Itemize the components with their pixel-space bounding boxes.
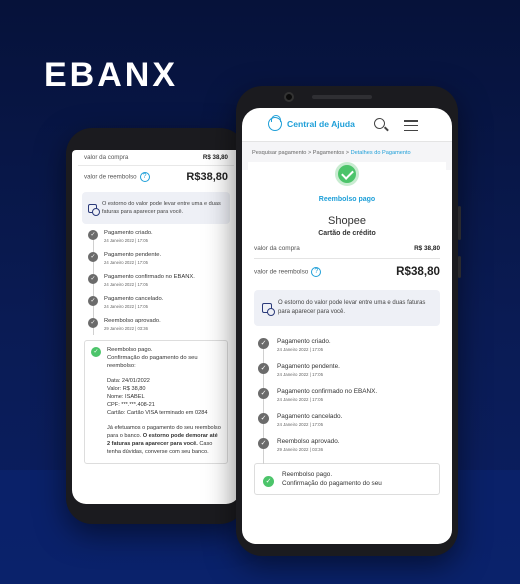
paid-title: Reembolso pago. xyxy=(282,471,333,478)
timeline-date: 24 Janeiro 2022 | 17:05 xyxy=(104,260,148,265)
phone-left: valor da compra R$ 38,80 valor de reembo… xyxy=(66,128,249,524)
payment-details: Reembolso pago Shopee Cartão de crédito … xyxy=(248,162,446,495)
check-icon: ✓ xyxy=(263,476,274,487)
check-icon: ✓ xyxy=(88,296,98,306)
payment-timeline: ✓ Pagamento criado. 24 Janeiro 2022 | 17:… xyxy=(258,338,440,464)
speaker xyxy=(312,95,372,99)
purchase-value-row: valor da compra R$ 38,80 xyxy=(78,150,234,166)
refund-paid-box: ✓ Reembolso pago. Confirmação do pagamen… xyxy=(254,463,440,495)
timeline-date: 29 Janeiro 2022 | 03:36 xyxy=(277,447,324,452)
timeline-date: 24 Janeiro 2022 | 17:05 xyxy=(277,422,324,427)
paid-subtitle: Confirmação do pagamento do seu reembols… xyxy=(107,354,198,369)
calendar-clock-icon xyxy=(262,303,275,316)
ebanx-logo: EBANX xyxy=(44,56,179,94)
timeline-title: Pagamento criado. xyxy=(277,338,331,345)
phone-side-button xyxy=(458,256,461,278)
merchant-name: Shopee xyxy=(328,215,366,227)
headset-icon xyxy=(268,115,282,131)
timeline-title: Pagamento confirmado no EBANX. xyxy=(104,274,195,280)
breadcrumb-search[interactable]: Pesquisar pagamento xyxy=(252,150,306,156)
check-icon: ✓ xyxy=(258,363,269,374)
check-icon: ✓ xyxy=(258,388,269,399)
purchase-value: R$ 38,80 xyxy=(414,245,440,252)
phone-right: Central de Ajuda Pesquisar pagamento > P… xyxy=(236,86,461,556)
refund-status: Reembolso pago xyxy=(318,196,376,203)
paid-title: Reembolso pago. xyxy=(107,347,153,353)
right-phone-screen[interactable]: Central de Ajuda Pesquisar pagamento > P… xyxy=(242,108,452,544)
help-center-title: Central de Ajuda xyxy=(287,119,355,129)
timeline-title: Pagamento pendente. xyxy=(104,252,162,258)
payment-type: Cartão de crédito xyxy=(318,230,376,237)
refund-value: R$38,80 xyxy=(396,265,440,278)
purchase-label: valor da compra xyxy=(254,245,300,252)
timeline-item: ✓ Reembolso aprovado. 29 Janeiro 2022 | 0… xyxy=(258,438,440,452)
check-icon: ✓ xyxy=(88,318,98,328)
timeline-date: 29 Janeiro 2022 | 03:36 xyxy=(104,326,148,331)
paid-subtitle: Confirmação do pagamento do seu xyxy=(282,480,382,487)
timeline-title: Reembolso aprovado. xyxy=(277,438,340,445)
timeline-title: Pagamento cancelado. xyxy=(277,413,343,420)
paid-cpf: CPF: ***.***.408-21 xyxy=(107,401,155,408)
timeline-item: ✓ Pagamento confirmado no EBANX. 24 Janei… xyxy=(258,388,440,402)
check-icon: ✓ xyxy=(88,274,98,284)
timeline-item: ✓ Pagamento pendente. 24 Janeiro 2022 | 1… xyxy=(258,363,440,377)
timeline-title: Pagamento pendente. xyxy=(277,363,340,370)
timeline-date: 24 Janeiro 2022 | 17:05 xyxy=(104,282,148,287)
info-icon[interactable]: ? xyxy=(139,172,150,182)
hamburger-menu-icon[interactable] xyxy=(404,120,418,134)
paid-value: Valor: R$ 38,80 xyxy=(107,386,146,393)
app-header: Central de Ajuda xyxy=(242,108,452,142)
front-camera xyxy=(284,92,294,102)
check-icon: ✓ xyxy=(88,252,98,262)
timeline-item: ✓ Pagamento confirmado no EBANX. 24 Janei… xyxy=(88,274,228,287)
paid-date: Data: 24/01/2022 xyxy=(107,378,150,385)
timeline-date: 24 Janeiro 2022 | 17:05 xyxy=(104,304,148,309)
refund-value: R$38,80 xyxy=(186,171,228,183)
paid-message: Já efetuamos o pagamento do seu reembols… xyxy=(107,425,221,456)
breadcrumb-current: Detalhes do Pagamento xyxy=(350,150,411,156)
refund-value-row: valor de reembolso? R$38,80 xyxy=(254,259,440,284)
timeline-date: 24 Janeiro 2022 | 17:05 xyxy=(277,397,324,402)
purchase-value-row: valor da compra R$ 38,80 xyxy=(254,237,440,259)
timeline-item: ✓ Pagamento cancelado. 24 Janeiro 2022 | … xyxy=(88,296,228,309)
timeline-title: Reembolso aprovado. xyxy=(104,318,161,324)
check-icon: ✓ xyxy=(88,230,98,240)
calendar-clock-icon xyxy=(88,203,100,216)
timeline-item: ✓ Pagamento criado. 24 Janeiro 2022 | 17:… xyxy=(258,338,440,352)
refund-value-row: valor de reembolso? R$38,80 xyxy=(78,166,234,188)
paid-card: Cartão: Cartão VISA terminado em 0284 xyxy=(107,409,208,416)
timeline-title: Pagamento cancelado. xyxy=(104,296,164,302)
purchase-label: valor da compra xyxy=(84,154,129,161)
timeline-date: 24 Janeiro 2022 | 17:05 xyxy=(277,347,324,352)
purchase-value: R$ 38,80 xyxy=(202,154,228,161)
refund-notice: O estorno do valor pode levar entre uma … xyxy=(254,290,440,326)
left-phone-screen[interactable]: valor da compra R$ 38,80 valor de reembo… xyxy=(72,150,240,504)
timeline-date: 24 Janeiro 2022 | 17:05 xyxy=(104,238,148,243)
timeline-item: ✓ Reembolso aprovado. 29 Janeiro 2022 | 0… xyxy=(88,318,228,331)
timeline-item: ✓ Pagamento pendente. 24 Janeiro 2022 | 1… xyxy=(88,252,228,265)
info-icon[interactable]: ? xyxy=(311,266,322,277)
check-icon: ✓ xyxy=(258,338,269,349)
timeline-title: Pagamento criado. xyxy=(104,230,153,236)
paid-name: Nome: ISABEL xyxy=(107,393,145,400)
help-center-brand[interactable]: Central de Ajuda xyxy=(268,115,355,131)
check-icon: ✓ xyxy=(91,347,101,357)
search-icon[interactable] xyxy=(374,118,385,129)
refund-label: valor de reembolso xyxy=(254,268,309,276)
check-icon: ✓ xyxy=(258,413,269,424)
check-icon: ✓ xyxy=(258,438,269,449)
breadcrumb-payments[interactable]: Pagamentos xyxy=(313,150,344,156)
refund-paid-box: ✓ Reembolso pago. Confirmação do pagamen… xyxy=(84,340,228,464)
refund-label: valor de reembolso xyxy=(84,173,137,181)
timeline-title: Pagamento confirmado no EBANX. xyxy=(277,388,378,395)
notice-text: O estorno do valor pode levar entre uma … xyxy=(102,201,221,215)
timeline-item: ✓ Pagamento cancelado. 24 Janeiro 2022 | … xyxy=(258,413,440,427)
phone-side-button xyxy=(458,206,461,240)
refund-notice: O estorno do valor pode levar entre uma … xyxy=(82,192,230,224)
timeline-item: ✓ Pagamento criado. 24 Janeiro 2022 | 17:… xyxy=(88,230,228,243)
payment-timeline: ✓ Pagamento criado. 24 Janeiro 2022 | 17:… xyxy=(88,230,228,335)
notice-text: O estorno do valor pode levar entre uma … xyxy=(278,300,426,315)
timeline-date: 24 Janeiro 2022 | 17:05 xyxy=(277,372,324,377)
success-check-icon xyxy=(335,162,359,186)
